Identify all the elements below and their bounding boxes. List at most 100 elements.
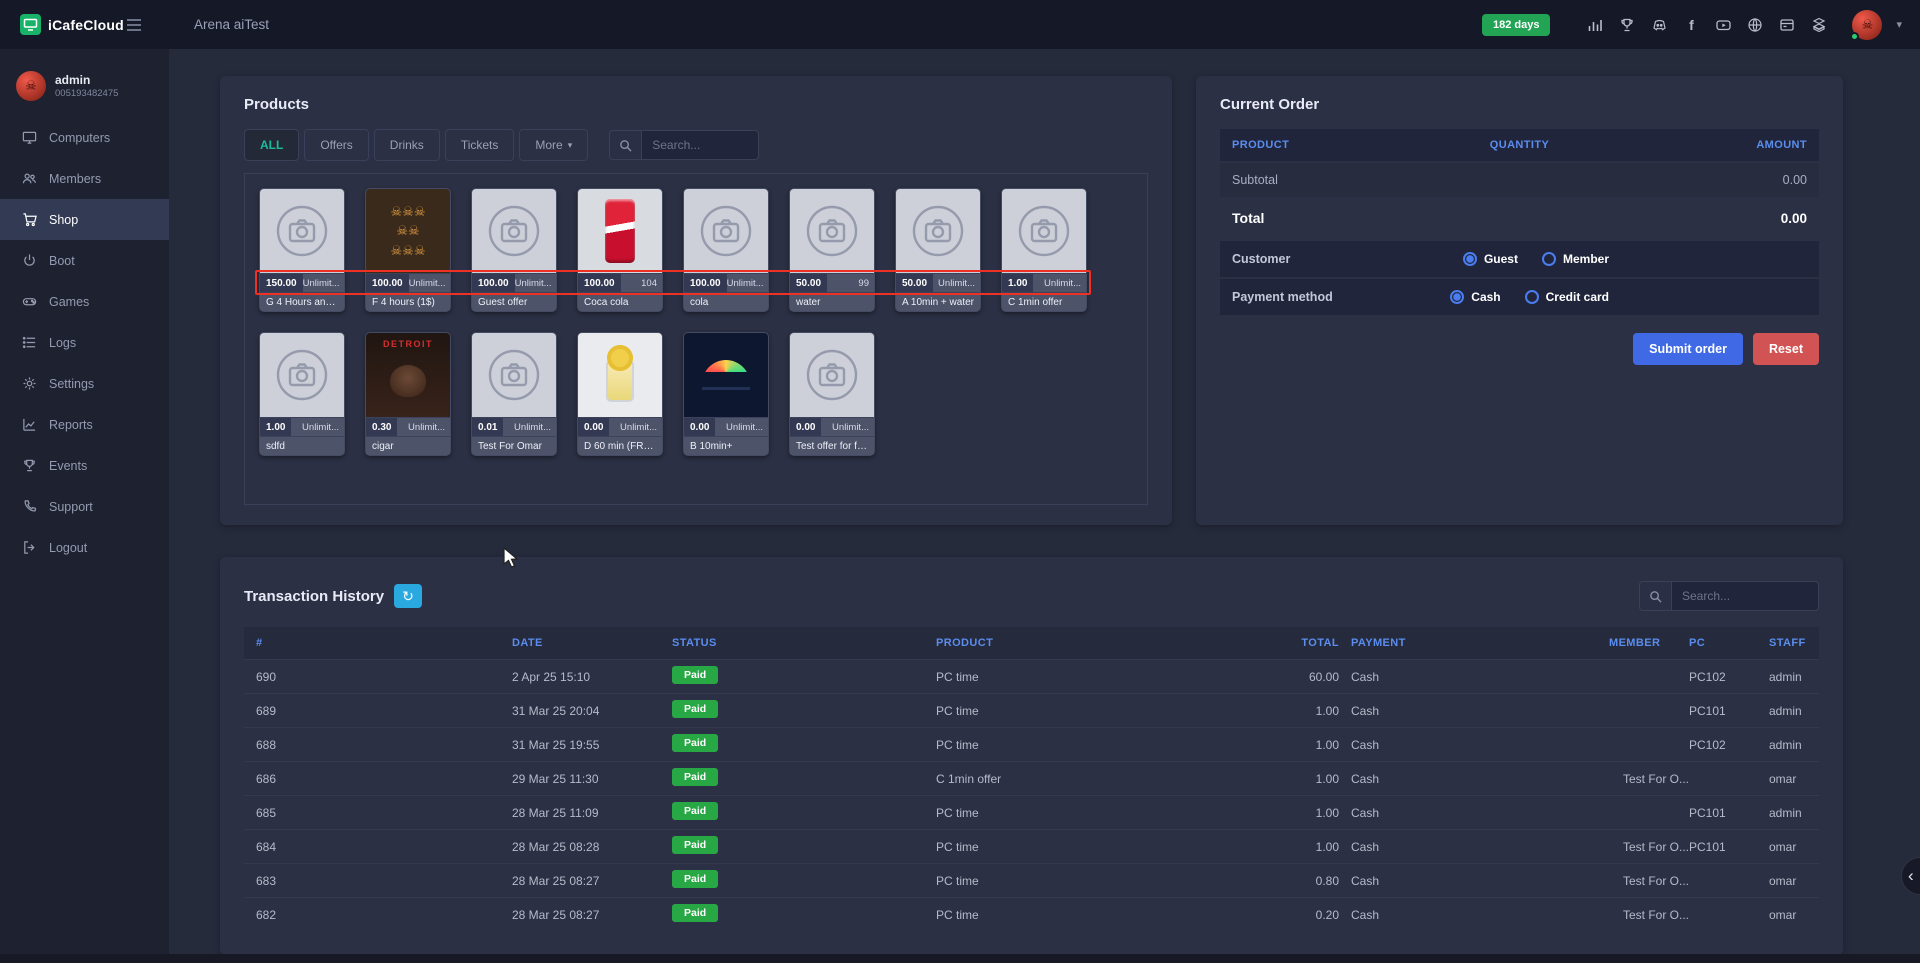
product-card[interactable]: 100.00 104 Coca cola (577, 188, 663, 312)
products-search (609, 130, 759, 160)
products-panel: Products ALL Offers Drinks Tickets More▾ (220, 76, 1172, 525)
refresh-button[interactable]: ↻ (394, 584, 422, 608)
sidebar-item-events[interactable]: Events (0, 445, 169, 486)
product-image (260, 333, 344, 417)
chart-icon (22, 417, 37, 432)
product-image (578, 189, 662, 273)
facebook-icon[interactable]: f (1682, 16, 1700, 34)
stats-icon[interactable] (1586, 16, 1604, 34)
product-card[interactable]: 100.00 Unlimit... F 4 hours (1$) (365, 188, 451, 312)
tab-offers[interactable]: Offers (304, 129, 368, 161)
product-card[interactable]: 0.01 Unlimit... Test For Omar (471, 332, 557, 456)
transaction-row[interactable]: 682 28 Mar 25 08:27 Paid PC time 0.20 Ca… (244, 897, 1819, 931)
product-card[interactable]: 0.30 Unlimit... cigar (365, 332, 451, 456)
tx-status: Paid (672, 700, 936, 721)
tx-pc: PC101 (1689, 704, 1769, 718)
order-col-quantity: QUANTITY (1424, 139, 1616, 151)
tx-pc: PC101 (1689, 806, 1769, 820)
tx-total: 60.00 (1184, 670, 1339, 684)
product-card[interactable]: 0.00 Unlimit... B 10min+ (683, 332, 769, 456)
transaction-row[interactable]: 689 31 Mar 25 20:04 Paid PC time 1.00 Ca… (244, 693, 1819, 727)
tx-payment: Cash (1339, 704, 1609, 718)
transaction-row[interactable]: 690 2 Apr 25 15:10 Paid PC time 60.00 Ca… (244, 659, 1819, 693)
order-col-product: PRODUCT (1232, 139, 1424, 151)
camera-placeholder-icon (805, 348, 859, 402)
subtotal-label: Subtotal (1232, 173, 1278, 187)
sidebar: ☠ admin 005193482475 Computers Members S… (0, 49, 169, 963)
products-search-input[interactable] (641, 130, 759, 160)
product-card[interactable]: 1.00 Unlimit... sdfd (259, 332, 345, 456)
tx-pc: PC102 (1689, 670, 1769, 684)
product-card[interactable]: 100.00 Unlimit... Guest offer (471, 188, 557, 312)
transaction-row[interactable]: 688 31 Mar 25 19:55 Paid PC time 1.00 Ca… (244, 727, 1819, 761)
reset-button[interactable]: Reset (1753, 333, 1819, 365)
tab-more[interactable]: More▾ (519, 129, 588, 161)
sidebar-item-shop[interactable]: Shop (0, 199, 169, 240)
tx-id: 683 (244, 874, 512, 888)
youtube-icon[interactable] (1714, 16, 1732, 34)
tx-product: PC time (936, 908, 1184, 922)
customer-member-radio[interactable]: Member (1542, 252, 1609, 266)
customer-guest-radio[interactable]: Guest (1463, 252, 1518, 266)
camera-placeholder-icon (1017, 204, 1071, 258)
status-badge: Paid (672, 666, 718, 684)
sidebar-item-logout[interactable]: Logout (0, 527, 169, 568)
chevron-down-icon[interactable]: ▾ (1896, 18, 1902, 31)
transaction-row[interactable]: 683 28 Mar 25 08:27 Paid PC time 0.80 Ca… (244, 863, 1819, 897)
tab-tickets[interactable]: Tickets (445, 129, 515, 161)
globe-icon[interactable] (1746, 16, 1764, 34)
product-card[interactable]: 50.00 Unlimit... A 10min + water (895, 188, 981, 312)
tx-total: 1.00 (1184, 704, 1339, 718)
menu-toggle-icon[interactable] (126, 18, 142, 32)
sidebar-item-games[interactable]: Games (0, 281, 169, 322)
layers-icon[interactable] (1810, 16, 1828, 34)
sidebar-item-boot[interactable]: Boot (0, 240, 169, 281)
brand-logo[interactable]: iCafeCloud (0, 14, 112, 35)
trophy-icon[interactable] (1618, 16, 1636, 34)
product-price: 0.00 (578, 418, 609, 436)
product-card[interactable]: 150.00 Unlimit... G 4 Hours and f... (259, 188, 345, 312)
sidebar-item-support[interactable]: Support (0, 486, 169, 527)
page-title: Arena aiTest (194, 17, 269, 32)
sidebar-item-members[interactable]: Members (0, 158, 169, 199)
product-card[interactable]: 0.00 Unlimit... Test offer for fir... (789, 332, 875, 456)
payment-row: Payment method Cash Credit card (1220, 279, 1819, 315)
product-stock: 104 (641, 274, 662, 292)
tx-id: 690 (244, 670, 512, 684)
product-card[interactable]: 100.00 Unlimit... cola (683, 188, 769, 312)
gear-icon (22, 376, 37, 391)
sidebar-user[interactable]: ☠ admin 005193482475 (0, 63, 169, 117)
user-avatar[interactable]: ☠ (1852, 10, 1882, 40)
billing-icon[interactable] (1778, 16, 1796, 34)
search-icon (609, 130, 641, 160)
product-card[interactable]: 0.00 Unlimit... D 60 min (FREE) (577, 332, 663, 456)
license-days-badge[interactable]: 182 days (1482, 14, 1550, 36)
product-stock: Unlimit... (515, 274, 556, 292)
tx-payment: Cash (1339, 874, 1609, 888)
status-badge: Paid (672, 802, 718, 820)
transactions-search-input[interactable] (1671, 581, 1819, 611)
product-card[interactable]: 50.00 99 water (789, 188, 875, 312)
sidebar-item-settings[interactable]: Settings (0, 363, 169, 404)
payment-cash-radio[interactable]: Cash (1450, 290, 1500, 304)
tab-all[interactable]: ALL (244, 129, 299, 161)
product-price-row: 0.00 Unlimit... (790, 417, 874, 436)
submit-order-button[interactable]: Submit order (1633, 333, 1743, 365)
product-image (366, 189, 450, 273)
transaction-row[interactable]: 686 29 Mar 25 11:30 Paid C 1min offer 1.… (244, 761, 1819, 795)
transaction-row[interactable]: 684 28 Mar 25 08:28 Paid PC time 1.00 Ca… (244, 829, 1819, 863)
order-col-amount: AMOUNT (1615, 139, 1807, 151)
bottom-scrollbar-track[interactable] (0, 954, 1920, 963)
tab-drinks[interactable]: Drinks (374, 129, 440, 161)
transaction-row[interactable]: 685 28 Mar 25 11:09 Paid PC time 1.00 Ca… (244, 795, 1819, 829)
payment-credit-radio[interactable]: Credit card (1525, 290, 1609, 304)
tx-payment: Cash (1339, 908, 1609, 922)
product-card[interactable]: 1.00 Unlimit... C 1min offer (1001, 188, 1087, 312)
camera-placeholder-icon (275, 204, 329, 258)
product-image (472, 189, 556, 273)
discord-icon[interactable] (1650, 16, 1668, 34)
product-price-row: 150.00 Unlimit... (260, 273, 344, 292)
sidebar-item-reports[interactable]: Reports (0, 404, 169, 445)
sidebar-item-logs[interactable]: Logs (0, 322, 169, 363)
sidebar-item-computers[interactable]: Computers (0, 117, 169, 158)
